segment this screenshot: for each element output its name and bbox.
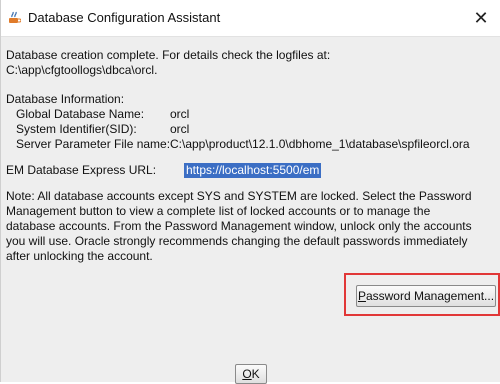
info-value: orcl bbox=[170, 107, 190, 121]
note-line: Note: All database accounts except SYS a… bbox=[6, 189, 472, 203]
db-info-heading: Database Information: bbox=[6, 92, 125, 106]
close-icon[interactable]: ✕ bbox=[461, 0, 500, 36]
note-line: Management button to view a complete lis… bbox=[6, 204, 431, 218]
button-label: K bbox=[251, 367, 260, 381]
info-value: orcl bbox=[170, 122, 190, 136]
info-row-spfile: Server Parameter File name: C:\app\produ… bbox=[6, 137, 498, 152]
em-url-row: EM Database Express URL: https://localho… bbox=[6, 162, 498, 179]
window-title: Database Configuration Assistant bbox=[28, 10, 221, 25]
note-text: Note: All database accounts except SYS a… bbox=[6, 189, 498, 264]
title-bar: Database Configuration Assistant ✕ bbox=[1, 0, 500, 37]
em-url-field[interactable]: https://localhost:5500/em bbox=[184, 163, 322, 178]
dialog-window: Database Configuration Assistant ✕ Datab… bbox=[0, 0, 500, 384]
info-row-global-db-name: Global Database Name: orcl bbox=[6, 107, 498, 122]
dialog-content: Database creation complete. For details … bbox=[6, 48, 498, 264]
ok-button[interactable]: OK bbox=[235, 364, 267, 384]
button-label: assword Management... bbox=[365, 289, 495, 303]
note-line: database accounts. From the Password Man… bbox=[6, 219, 472, 233]
info-label: System Identifier(SID): bbox=[16, 122, 137, 136]
info-label: Global Database Name: bbox=[16, 107, 145, 121]
button-mnemonic: P bbox=[357, 289, 366, 303]
note-line: after unlocking the account. bbox=[6, 249, 153, 263]
info-row-sid: System Identifier(SID): orcl bbox=[6, 122, 498, 137]
info-value: C:\app\product\12.1.0\dbhome_1\database\… bbox=[170, 137, 470, 151]
java-app-icon bbox=[9, 11, 21, 23]
button-mnemonic: O bbox=[242, 367, 252, 381]
completion-message: Database creation complete. For details … bbox=[6, 48, 331, 62]
info-label: Server Parameter File name: bbox=[16, 137, 171, 151]
note-line: you will use. Oracle strongly recommends… bbox=[6, 234, 468, 248]
em-url-label: EM Database Express URL: bbox=[6, 163, 157, 177]
logfile-path: C:\app\cfgtoollogs\dbca\orcl. bbox=[6, 63, 158, 77]
password-management-button[interactable]: Password Management... bbox=[356, 285, 496, 307]
